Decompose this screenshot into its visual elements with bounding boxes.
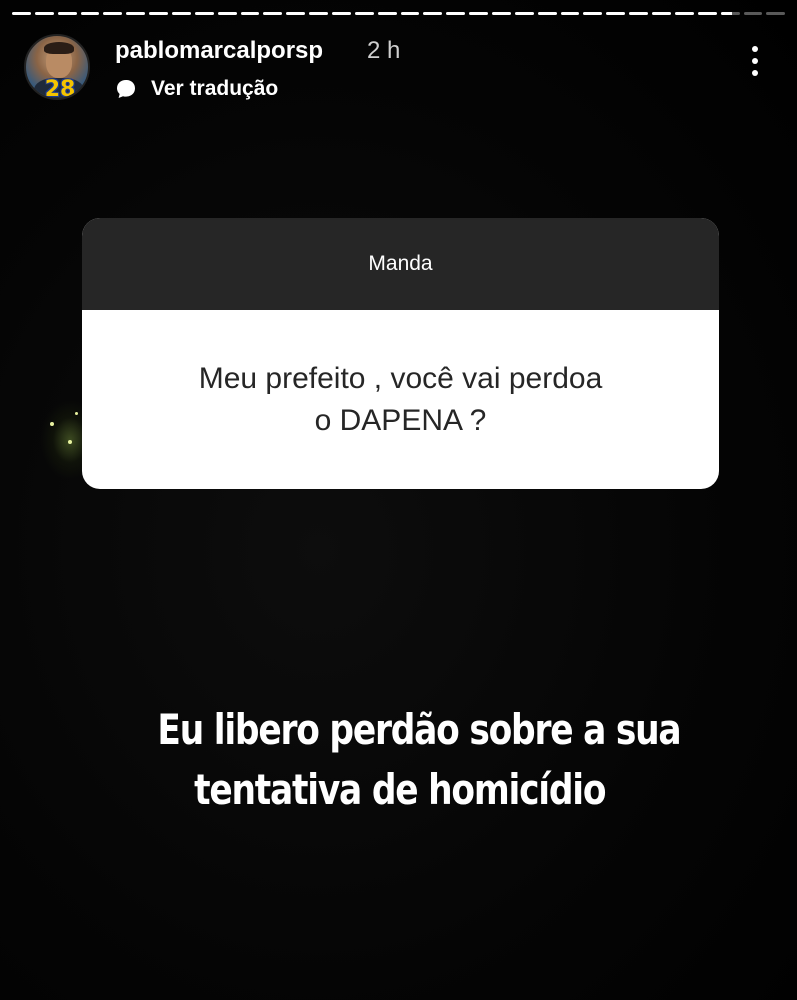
progress-segment-fill xyxy=(492,12,511,15)
progress-segment xyxy=(149,12,169,15)
progress-segment-fill xyxy=(560,12,580,15)
progress-segment xyxy=(217,12,237,15)
progress-segment-fill xyxy=(514,12,534,15)
progress-segment-fill xyxy=(354,12,374,15)
username-link[interactable]: pablomarcalporsp xyxy=(115,37,323,65)
progress-segment xyxy=(332,12,351,15)
progress-segment-fill xyxy=(537,12,557,15)
story-timestamp: 2 h xyxy=(367,37,401,64)
question-line-1: Meu prefeito , você vai perdoa xyxy=(198,361,603,395)
more-vertical-icon[interactable] xyxy=(747,46,763,82)
progress-segment xyxy=(12,12,31,15)
question-sticker[interactable]: Manda Meu prefeito , você vai perdoa o D… xyxy=(82,218,719,489)
story-progress-bar xyxy=(12,12,786,16)
progress-segment-fill xyxy=(583,12,603,15)
answer-text: Eu libero perdão sobre a sua tentativa d… xyxy=(100,700,700,820)
avatar-badge-number: 28 xyxy=(44,77,76,100)
progress-segment-fill xyxy=(263,12,283,15)
progress-segment-fill xyxy=(697,12,717,15)
progress-segment-fill xyxy=(12,12,31,15)
progress-segment-fill xyxy=(332,12,351,15)
progress-segment xyxy=(492,12,511,15)
progress-segment xyxy=(309,12,329,15)
progress-segment-fill xyxy=(240,12,260,15)
answer-line-2: tentativa de homicídio xyxy=(194,765,606,814)
progress-segment xyxy=(377,12,397,15)
avatar[interactable]: 28 xyxy=(24,34,90,100)
progress-segment xyxy=(743,12,763,15)
question-text: Meu prefeito , você vai perdoa o DAPENA … xyxy=(199,358,603,442)
glow-dot xyxy=(75,412,78,415)
progress-segment xyxy=(697,12,717,15)
progress-segment-fill xyxy=(400,12,420,15)
progress-segment-fill xyxy=(606,12,626,15)
progress-segment-fill xyxy=(652,12,671,15)
progress-segment xyxy=(423,12,443,15)
progress-segment-fill xyxy=(34,12,54,15)
progress-segment xyxy=(354,12,374,15)
progress-segment xyxy=(286,12,306,15)
progress-segment-fill xyxy=(446,12,466,15)
progress-segment-fill xyxy=(57,12,77,15)
progress-segment xyxy=(652,12,671,15)
progress-segment xyxy=(560,12,580,15)
progress-segment xyxy=(400,12,420,15)
progress-segment-fill xyxy=(217,12,237,15)
progress-segment-fill xyxy=(423,12,443,15)
progress-segment-fill xyxy=(377,12,397,15)
progress-segment xyxy=(57,12,77,15)
progress-segment xyxy=(80,12,100,15)
answer-line-1: Eu libero perdão sobre a sua xyxy=(157,705,681,754)
question-sticker-title: Manda xyxy=(368,252,433,275)
progress-segment xyxy=(194,12,214,15)
progress-segment xyxy=(469,12,489,15)
progress-segment xyxy=(766,12,786,15)
progress-segment-fill xyxy=(674,12,694,15)
question-line-2: o DAPENA ? xyxy=(314,403,487,437)
progress-segment-fill xyxy=(103,12,123,15)
progress-segment-fill xyxy=(720,12,732,15)
progress-segment xyxy=(583,12,603,15)
avatar-hair xyxy=(44,42,74,54)
speech-bubble-icon xyxy=(117,80,135,98)
story-header: 28 pablomarcalporsp 2 h Ver tradução xyxy=(24,34,773,104)
progress-segment xyxy=(537,12,557,15)
progress-segment xyxy=(103,12,123,15)
progress-segment xyxy=(514,12,534,15)
story-viewer[interactable]: 28 pablomarcalporsp 2 h Ver tradução Man… xyxy=(0,0,797,1000)
progress-segment-fill xyxy=(629,12,649,15)
progress-segment-fill xyxy=(286,12,306,15)
progress-segment xyxy=(629,12,649,15)
progress-segment-fill xyxy=(172,12,191,15)
progress-segment xyxy=(446,12,466,15)
question-sticker-header: Manda xyxy=(82,218,719,310)
see-translation-label: Ver tradução xyxy=(151,77,279,100)
glow-dot xyxy=(68,440,72,444)
progress-segment xyxy=(674,12,694,15)
progress-segment xyxy=(240,12,260,15)
progress-segment xyxy=(172,12,191,15)
progress-segment xyxy=(720,12,740,15)
see-translation-button[interactable]: Ver tradução xyxy=(115,76,278,102)
progress-segment xyxy=(34,12,54,15)
progress-segment-fill xyxy=(309,12,329,15)
progress-segment xyxy=(263,12,283,15)
progress-segment-fill xyxy=(469,12,489,15)
progress-segment-fill xyxy=(149,12,169,15)
glow-dot xyxy=(50,422,54,426)
progress-segment-fill xyxy=(80,12,100,15)
question-sticker-body: Meu prefeito , você vai perdoa o DAPENA … xyxy=(82,310,719,489)
progress-segment-fill xyxy=(194,12,214,15)
progress-segment-fill xyxy=(126,12,146,15)
progress-segment xyxy=(606,12,626,15)
progress-segment xyxy=(126,12,146,15)
